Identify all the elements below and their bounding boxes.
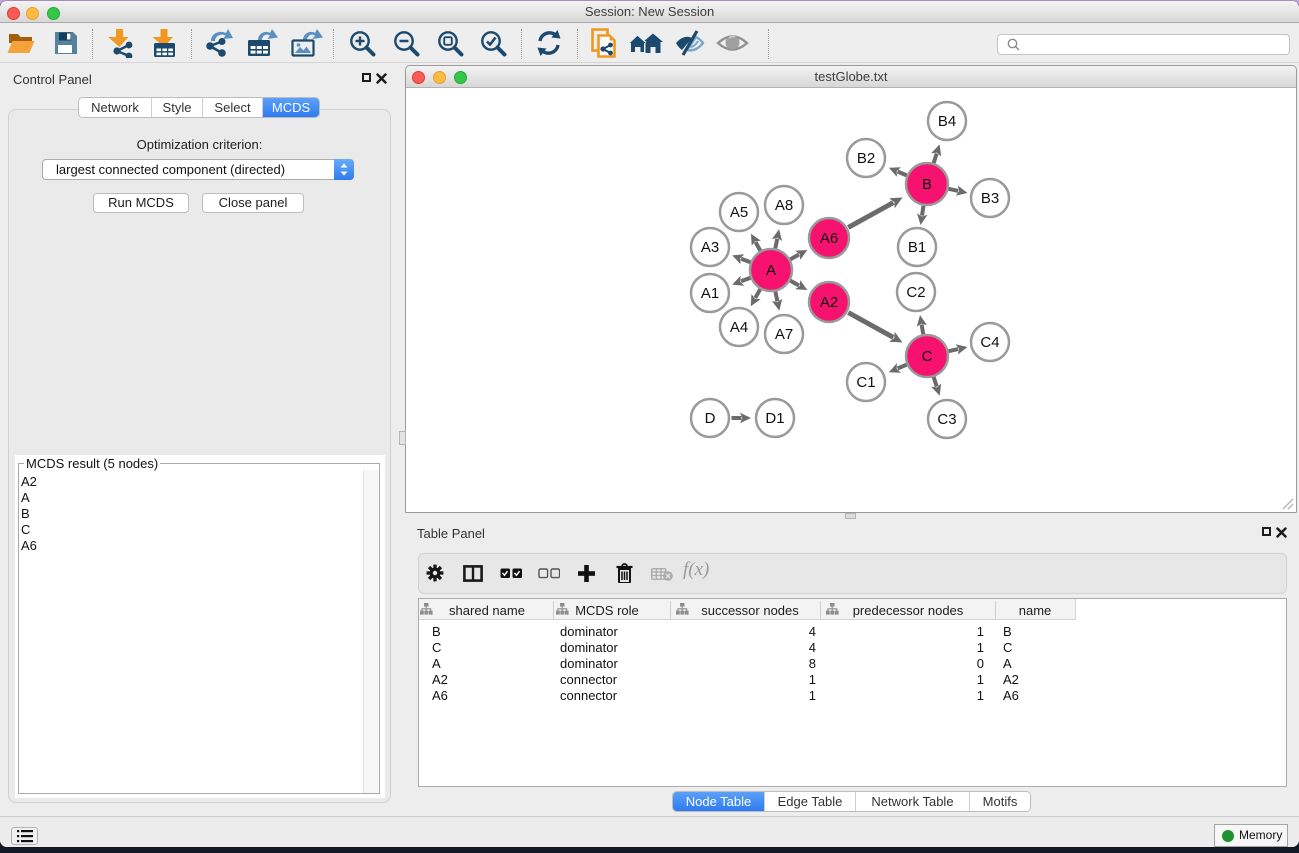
svg-text:A2: A2 xyxy=(820,294,838,311)
svg-text:A5: A5 xyxy=(730,204,748,221)
svg-text:A: A xyxy=(766,262,776,279)
svg-text:A1: A1 xyxy=(701,285,719,302)
svg-text:B1: B1 xyxy=(908,239,926,256)
svg-text:A8: A8 xyxy=(775,197,793,214)
svg-text:B2: B2 xyxy=(857,150,875,167)
svg-text:C: C xyxy=(922,348,933,365)
svg-text:B: B xyxy=(922,176,932,193)
svg-text:C3: C3 xyxy=(937,411,956,428)
svg-text:D1: D1 xyxy=(765,410,784,427)
svg-text:B4: B4 xyxy=(938,113,956,130)
svg-text:C4: C4 xyxy=(980,334,999,351)
svg-text:B3: B3 xyxy=(981,190,999,207)
svg-text:A3: A3 xyxy=(701,239,719,256)
svg-text:C1: C1 xyxy=(856,374,875,391)
svg-text:A4: A4 xyxy=(730,319,748,336)
svg-text:A7: A7 xyxy=(775,326,793,343)
svg-text:A6: A6 xyxy=(820,230,838,247)
svg-text:C2: C2 xyxy=(906,284,925,301)
svg-text:D: D xyxy=(705,410,716,427)
